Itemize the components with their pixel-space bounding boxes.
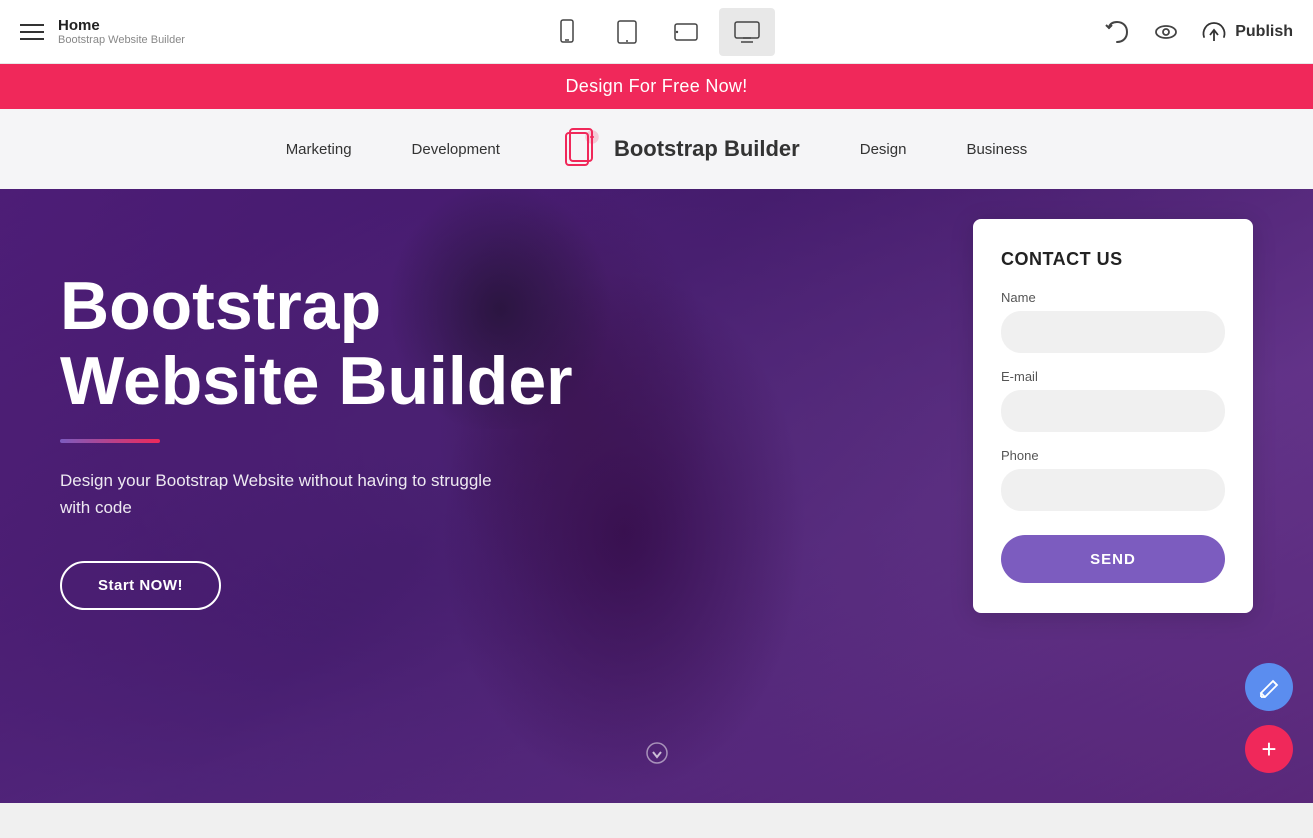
hero-title-line2: Website Builder <box>60 343 573 419</box>
top-bar-left: Home Bootstrap Website Builder <box>20 17 185 46</box>
device-icons <box>539 8 775 56</box>
desktop-view-button[interactable] <box>719 8 775 56</box>
brand-name: Bootstrap Builder <box>614 136 800 162</box>
tablet-landscape-view-button[interactable] <box>659 8 715 56</box>
preview-icon[interactable] <box>1151 18 1181 46</box>
contact-phone-field: Phone <box>1001 448 1225 511</box>
scroll-down-arrow[interactable] <box>643 739 671 773</box>
promo-bar[interactable]: Design For Free Now! <box>0 64 1313 109</box>
hero-content: Bootstrap Website Builder Design your Bo… <box>0 189 700 690</box>
home-title: Home <box>58 17 185 34</box>
site-navbar: Marketing Development Bootstrap Builder … <box>0 109 1313 189</box>
hero-subtitle: Design your Bootstrap Website without ha… <box>60 467 520 521</box>
nav-item-marketing[interactable]: Marketing <box>286 141 352 158</box>
nav-item-development[interactable]: Development <box>412 141 500 158</box>
publish-button[interactable]: Publish <box>1201 19 1293 45</box>
nav-item-business[interactable]: Business <box>966 141 1027 158</box>
publish-label: Publish <box>1235 23 1293 41</box>
site-navbar-items: Marketing Development Bootstrap Builder … <box>286 127 1028 171</box>
undo-icon[interactable] <box>1103 18 1131 46</box>
home-info: Home Bootstrap Website Builder <box>58 17 185 46</box>
hero-title: Bootstrap Website Builder <box>60 269 640 419</box>
contact-email-field: E-mail <box>1001 369 1225 432</box>
contact-name-input[interactable] <box>1001 311 1225 353</box>
fab-plus-icon: + <box>1261 734 1276 765</box>
menu-icon[interactable] <box>20 24 44 40</box>
mobile-view-button[interactable] <box>539 8 595 56</box>
contact-title: CONTACT US <box>1001 249 1225 270</box>
site-brand[interactable]: Bootstrap Builder <box>560 127 800 171</box>
brand-icon <box>560 127 604 171</box>
contact-card: CONTACT US Name E-mail Phone SEND <box>973 219 1253 613</box>
hero-cta-button[interactable]: Start NOW! <box>60 561 221 610</box>
contact-email-label: E-mail <box>1001 369 1225 384</box>
fab-add-button[interactable]: + <box>1245 725 1293 773</box>
contact-name-field: Name <box>1001 290 1225 353</box>
contact-email-input[interactable] <box>1001 390 1225 432</box>
hero-section: Bootstrap Website Builder Design your Bo… <box>0 189 1313 803</box>
fab-edit-button[interactable] <box>1245 663 1293 711</box>
nav-item-design[interactable]: Design <box>860 141 907 158</box>
hero-divider <box>60 439 160 443</box>
promo-text: Design For Free Now! <box>565 76 747 96</box>
contact-name-label: Name <box>1001 290 1225 305</box>
home-subtitle: Bootstrap Website Builder <box>58 34 185 46</box>
contact-send-button[interactable]: SEND <box>1001 535 1225 583</box>
tablet-view-button[interactable] <box>599 8 655 56</box>
contact-phone-input[interactable] <box>1001 469 1225 511</box>
top-bar: Home Bootstrap Website Builder <box>0 0 1313 64</box>
fab-container: + <box>1245 663 1293 773</box>
contact-phone-label: Phone <box>1001 448 1225 463</box>
top-bar-right: Publish <box>1103 18 1293 46</box>
hero-title-line1: Bootstrap <box>60 268 381 344</box>
